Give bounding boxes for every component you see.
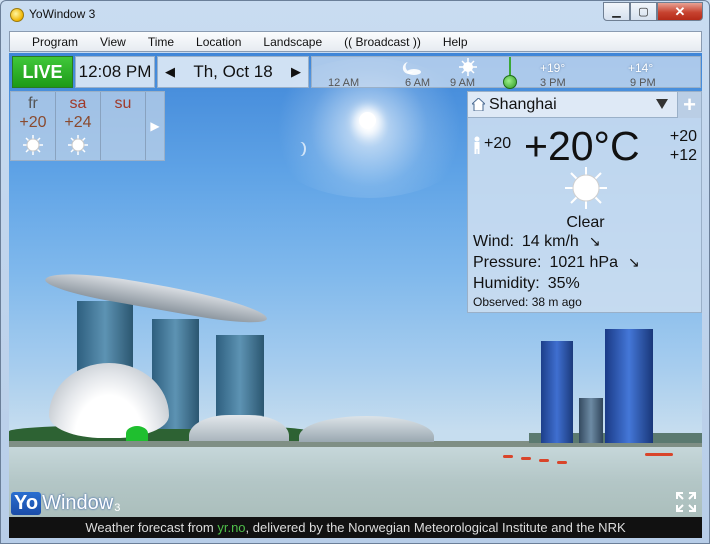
attribution-prefix: Weather forecast from bbox=[85, 520, 218, 535]
close-button[interactable]: ✕ bbox=[657, 2, 703, 21]
attribution-bar: Weather forecast from yr.no, delivered b… bbox=[9, 517, 702, 538]
menu-help[interactable]: Help bbox=[432, 35, 479, 49]
timeline-label: 3 PM bbox=[540, 77, 566, 89]
person-icon bbox=[474, 136, 480, 154]
menu-time[interactable]: Time bbox=[137, 35, 185, 49]
live-button[interactable]: LIVE bbox=[12, 56, 73, 88]
forecast-day-name: fr bbox=[28, 95, 38, 112]
timeline-label: 6 AM bbox=[405, 77, 431, 89]
artscience-museum bbox=[49, 363, 169, 438]
chevron-down-icon[interactable] bbox=[656, 99, 668, 109]
forecast-day-temp: +20 bbox=[19, 114, 47, 131]
menu-bar: Program View Time Location Landscape (( … bbox=[9, 31, 702, 52]
logo-yo: Yo bbox=[11, 492, 42, 515]
home-icon bbox=[472, 98, 485, 111]
maximize-icon: ▢ bbox=[638, 6, 649, 18]
window-controls: ▁ ▢ ✕ bbox=[603, 2, 703, 21]
humidity-value: 35% bbox=[547, 275, 580, 292]
menu-location[interactable]: Location bbox=[185, 35, 252, 49]
sky-sun bbox=[359, 112, 376, 129]
humidity-row: Humidity: 35% bbox=[473, 275, 580, 293]
minimize-icon: ▁ bbox=[612, 6, 621, 18]
sun-icon bbox=[565, 167, 607, 209]
forecast-day-name: sa bbox=[69, 95, 87, 112]
observed-value: 38 m ago bbox=[531, 295, 582, 309]
forecast-more-icon[interactable]: ▶ bbox=[146, 92, 164, 160]
wind-direction-icon: ↘ bbox=[588, 233, 601, 249]
fullscreen-icon[interactable] bbox=[675, 491, 697, 513]
timeline-now-handle[interactable] bbox=[503, 75, 517, 89]
time-bar: LIVE 12:08 PM ◀ Th, Oct 18 ▶ 12 AM 6 AM … bbox=[9, 53, 702, 90]
pressure-trend-icon: ↘ bbox=[627, 254, 640, 270]
forecast-day-name: su bbox=[114, 95, 132, 112]
maximize-button[interactable]: ▢ bbox=[630, 2, 657, 21]
yowindow-app-icon bbox=[10, 8, 24, 22]
add-location-button[interactable]: + bbox=[677, 92, 701, 118]
current-temperature: +20°C bbox=[524, 123, 640, 169]
timeline-label: 9 AM bbox=[450, 77, 476, 89]
skyscraper-1 bbox=[541, 341, 573, 443]
menu-program[interactable]: Program bbox=[21, 35, 89, 49]
pressure-label: Pressure: bbox=[473, 254, 542, 271]
close-icon: ✕ bbox=[674, 3, 686, 19]
moon-cloud-icon bbox=[402, 62, 421, 75]
humidity-label: Humidity: bbox=[473, 275, 540, 292]
forecast-strip: fr +20 sa +24 su ▶ bbox=[10, 91, 165, 161]
timeline-temp: +14° bbox=[628, 61, 654, 75]
boats bbox=[503, 453, 673, 465]
current-time[interactable]: 12:08 PM bbox=[75, 56, 155, 88]
timeline-label: 12 AM bbox=[328, 77, 360, 89]
forecast-day[interactable]: fr +20 bbox=[11, 92, 56, 160]
green-dome bbox=[126, 426, 148, 441]
logo-version: 3 bbox=[114, 502, 121, 514]
yowindow-logo[interactable]: Yo Window 3 bbox=[11, 487, 120, 515]
sun-icon bbox=[459, 58, 477, 76]
pressure-row: Pressure: 1021 hPa ↘ bbox=[473, 254, 640, 272]
sky-moon bbox=[295, 142, 304, 156]
forecast-day[interactable]: sa +24 bbox=[56, 92, 101, 160]
yr-no-link[interactable]: yr.no bbox=[217, 520, 245, 535]
minimize-button[interactable]: ▁ bbox=[603, 2, 630, 21]
menu-broadcast[interactable]: (( Broadcast )) bbox=[333, 35, 432, 49]
next-day-icon[interactable]: ▶ bbox=[291, 64, 301, 80]
wind-label: Wind: bbox=[473, 233, 514, 250]
timeline-label: 9 PM bbox=[630, 77, 656, 89]
prev-day-icon[interactable]: ◀ bbox=[165, 64, 175, 80]
date-label: Th, Oct 18 bbox=[193, 62, 273, 81]
expo-building bbox=[189, 415, 289, 441]
logo-window: Window bbox=[42, 492, 114, 514]
window-title: YoWindow 3 bbox=[29, 7, 96, 21]
timeline-temp: +19° bbox=[540, 61, 566, 75]
observed-label: Observed: bbox=[473, 295, 529, 309]
app-window: YoWindow 3 ▁ ▢ ✕ Program View Time Locat… bbox=[0, 0, 710, 544]
date-selector: ◀ Th, Oct 18 ▶ bbox=[157, 56, 309, 88]
day-timeline[interactable]: 12 AM 6 AM 9 AM 3 PM 9 PM +19° +14° bbox=[311, 56, 701, 89]
menu-view[interactable]: View bbox=[89, 35, 137, 49]
condition-text: Clear bbox=[566, 214, 605, 231]
current-weather-panel: Shanghai + +20 +20°C +20 +12 Clear Wind:… bbox=[467, 91, 702, 313]
forecast-day[interactable]: su bbox=[101, 92, 146, 160]
title-bar[interactable]: YoWindow 3 ▁ ▢ ✕ bbox=[1, 1, 709, 29]
pressure-value: 1021 hPa bbox=[549, 254, 618, 271]
skyscraper-2 bbox=[605, 329, 653, 443]
convention-center bbox=[299, 416, 434, 442]
high-temp: +20 bbox=[669, 128, 697, 145]
wind-row: Wind: 14 km/h ↘ bbox=[473, 233, 601, 251]
sun-icon bbox=[23, 135, 43, 155]
location-selector[interactable]: Shanghai bbox=[468, 92, 678, 118]
location-name: Shanghai bbox=[489, 96, 557, 113]
attribution-suffix: , delivered by the Norwegian Meteorologi… bbox=[245, 520, 626, 535]
wind-value: 14 km/h bbox=[521, 233, 579, 250]
feels-like-temp: +20 bbox=[484, 135, 512, 152]
skyscraper-3 bbox=[579, 398, 603, 443]
observed-row: Observed: 38 m ago bbox=[473, 295, 582, 309]
sun-icon bbox=[68, 135, 88, 155]
menu-landscape[interactable]: Landscape bbox=[252, 35, 333, 49]
low-temp: +12 bbox=[669, 147, 697, 164]
forecast-day-temp: +24 bbox=[64, 114, 92, 131]
